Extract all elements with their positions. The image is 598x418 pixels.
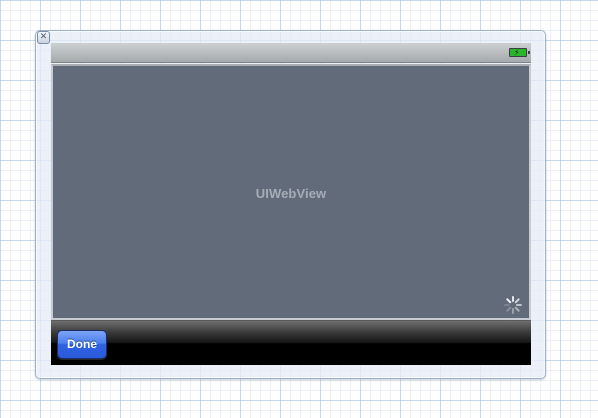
status-bar: ⚡ [51, 43, 531, 63]
web-view[interactable]: UIWebView [51, 64, 531, 320]
spinner-icon [504, 296, 522, 314]
battery-charging-icon: ⚡ [509, 48, 530, 57]
web-view-label: UIWebView [255, 186, 327, 201]
done-button[interactable]: Done [57, 330, 107, 359]
toolbar: Done [51, 320, 531, 365]
close-icon[interactable]: ✕ [37, 31, 50, 44]
